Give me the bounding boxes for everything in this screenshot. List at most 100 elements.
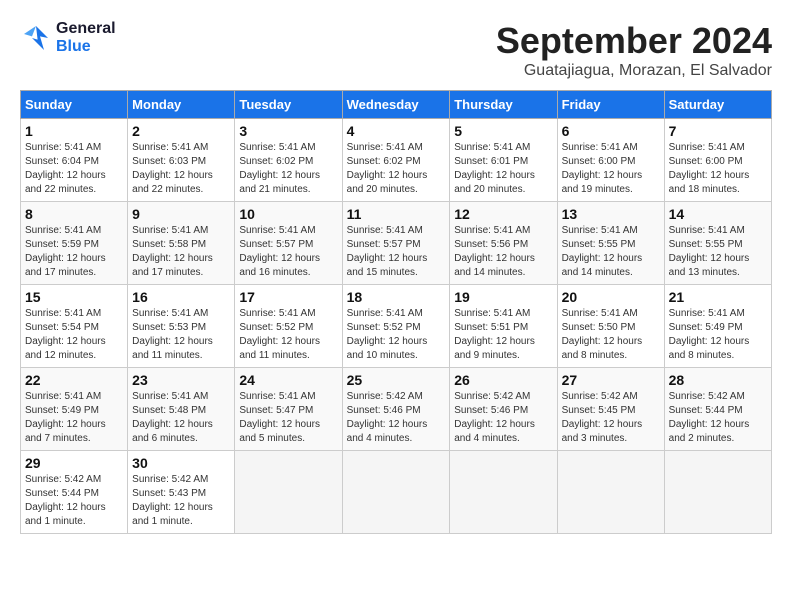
calendar-cell: 26Sunrise: 5:42 AM Sunset: 5:46 PM Dayli…: [450, 368, 557, 451]
day-number: 11: [347, 206, 446, 222]
day-number: 12: [454, 206, 552, 222]
day-number: 7: [669, 123, 767, 139]
calendar-cell: 3 Sunrise: 5:41 AM Sunset: 6:02 PM Daylig…: [235, 119, 342, 202]
month-title: September 2024: [496, 20, 772, 62]
day-number: 14: [669, 206, 767, 222]
day-number: 16: [132, 289, 230, 305]
day-number: 15: [25, 289, 123, 305]
day-number: 3: [239, 123, 337, 139]
calendar-table: SundayMondayTuesdayWednesdayThursdayFrid…: [20, 90, 772, 534]
day-info: Sunrise: 5:41 AM Sunset: 6:03 PM Dayligh…: [132, 141, 230, 197]
day-number: 4: [347, 123, 446, 139]
calendar-week-row: 29Sunrise: 5:42 AM Sunset: 5:44 PM Dayli…: [21, 451, 772, 534]
calendar-header-thursday: Thursday: [450, 91, 557, 119]
day-info: Sunrise: 5:41 AM Sunset: 5:49 PM Dayligh…: [669, 307, 767, 363]
location-subtitle: Guatajiagua, Morazan, El Salvador: [496, 62, 772, 80]
day-info: Sunrise: 5:41 AM Sunset: 5:59 PM Dayligh…: [25, 224, 123, 280]
day-info: Sunrise: 5:41 AM Sunset: 6:01 PM Dayligh…: [454, 141, 552, 197]
calendar-cell: 11 Sunrise: 5:41 AM Sunset: 5:57 PM Dayli…: [342, 202, 450, 285]
calendar-cell: 7 Sunrise: 5:41 AM Sunset: 6:00 PM Daylig…: [664, 119, 771, 202]
calendar-cell: 6 Sunrise: 5:41 AM Sunset: 6:00 PM Daylig…: [557, 119, 664, 202]
calendar-cell: 25Sunrise: 5:42 AM Sunset: 5:46 PM Dayli…: [342, 368, 450, 451]
title-area: September 2024 Guatajiagua, Morazan, El …: [496, 20, 772, 80]
day-info: Sunrise: 5:42 AM Sunset: 5:44 PM Dayligh…: [669, 390, 767, 446]
day-number: 6: [562, 123, 660, 139]
calendar-cell: 17 Sunrise: 5:41 AM Sunset: 5:52 PM Dayli…: [235, 285, 342, 368]
calendar-cell: 28Sunrise: 5:42 AM Sunset: 5:44 PM Dayli…: [664, 368, 771, 451]
calendar-cell: 30 Sunrise: 5:42 AM Sunset: 5:43 PM Dayli…: [128, 451, 235, 534]
calendar-cell: 15 Sunrise: 5:41 AM Sunset: 5:54 PM Dayli…: [21, 285, 128, 368]
calendar-header-wednesday: Wednesday: [342, 91, 450, 119]
calendar-cell: 29Sunrise: 5:42 AM Sunset: 5:44 PM Dayli…: [21, 451, 128, 534]
day-number: 18: [347, 289, 446, 305]
day-number: 27: [562, 372, 660, 388]
day-info: Sunrise: 5:42 AM Sunset: 5:46 PM Dayligh…: [454, 390, 552, 446]
calendar-cell: 13 Sunrise: 5:41 AM Sunset: 5:55 PM Dayli…: [557, 202, 664, 285]
calendar-cell: 16 Sunrise: 5:41 AM Sunset: 5:53 PM Dayli…: [128, 285, 235, 368]
calendar-cell: [450, 451, 557, 534]
day-number: 25: [347, 372, 446, 388]
calendar-cell: 4 Sunrise: 5:41 AM Sunset: 6:02 PM Daylig…: [342, 119, 450, 202]
day-number: 20: [562, 289, 660, 305]
day-number: 13: [562, 206, 660, 222]
calendar-week-row: 8 Sunrise: 5:41 AM Sunset: 5:59 PM Daylig…: [21, 202, 772, 285]
day-number: 21: [669, 289, 767, 305]
calendar-header-monday: Monday: [128, 91, 235, 119]
calendar-week-row: 22Sunrise: 5:41 AM Sunset: 5:49 PM Dayli…: [21, 368, 772, 451]
day-info: Sunrise: 5:41 AM Sunset: 5:52 PM Dayligh…: [347, 307, 446, 363]
day-info: Sunrise: 5:41 AM Sunset: 5:56 PM Dayligh…: [454, 224, 552, 280]
day-info: Sunrise: 5:42 AM Sunset: 5:43 PM Dayligh…: [132, 473, 230, 529]
calendar-cell: 2 Sunrise: 5:41 AM Sunset: 6:03 PM Daylig…: [128, 119, 235, 202]
logo-text: General Blue: [56, 20, 116, 56]
day-info: Sunrise: 5:41 AM Sunset: 6:04 PM Dayligh…: [25, 141, 123, 197]
calendar-cell: 18 Sunrise: 5:41 AM Sunset: 5:52 PM Dayli…: [342, 285, 450, 368]
day-info: Sunrise: 5:41 AM Sunset: 5:49 PM Dayligh…: [25, 390, 123, 446]
logo: General Blue: [20, 20, 116, 56]
day-info: Sunrise: 5:41 AM Sunset: 5:58 PM Dayligh…: [132, 224, 230, 280]
day-info: Sunrise: 5:41 AM Sunset: 6:02 PM Dayligh…: [347, 141, 446, 197]
day-info: Sunrise: 5:41 AM Sunset: 5:55 PM Dayligh…: [562, 224, 660, 280]
calendar-header-saturday: Saturday: [664, 91, 771, 119]
day-info: Sunrise: 5:41 AM Sunset: 5:48 PM Dayligh…: [132, 390, 230, 446]
calendar-cell: 24Sunrise: 5:41 AM Sunset: 5:47 PM Dayli…: [235, 368, 342, 451]
calendar-cell: 21 Sunrise: 5:41 AM Sunset: 5:49 PM Dayli…: [664, 285, 771, 368]
calendar-week-row: 15 Sunrise: 5:41 AM Sunset: 5:54 PM Dayli…: [21, 285, 772, 368]
day-number: 9: [132, 206, 230, 222]
day-info: Sunrise: 5:41 AM Sunset: 5:57 PM Dayligh…: [347, 224, 446, 280]
calendar-cell: 12 Sunrise: 5:41 AM Sunset: 5:56 PM Dayli…: [450, 202, 557, 285]
day-number: 1: [25, 123, 123, 139]
day-info: Sunrise: 5:41 AM Sunset: 6:00 PM Dayligh…: [669, 141, 767, 197]
calendar-cell: 8 Sunrise: 5:41 AM Sunset: 5:59 PM Daylig…: [21, 202, 128, 285]
calendar-cell: 14Sunrise: 5:41 AM Sunset: 5:55 PM Dayli…: [664, 202, 771, 285]
day-info: Sunrise: 5:41 AM Sunset: 6:00 PM Dayligh…: [562, 141, 660, 197]
day-info: Sunrise: 5:41 AM Sunset: 5:57 PM Dayligh…: [239, 224, 337, 280]
calendar-cell: [235, 451, 342, 534]
calendar-week-row: 1 Sunrise: 5:41 AM Sunset: 6:04 PM Daylig…: [21, 119, 772, 202]
calendar-cell: 5 Sunrise: 5:41 AM Sunset: 6:01 PM Daylig…: [450, 119, 557, 202]
day-number: 17: [239, 289, 337, 305]
calendar-cell: 19 Sunrise: 5:41 AM Sunset: 5:51 PM Dayli…: [450, 285, 557, 368]
day-info: Sunrise: 5:41 AM Sunset: 5:54 PM Dayligh…: [25, 307, 123, 363]
calendar-cell: 20 Sunrise: 5:41 AM Sunset: 5:50 PM Dayli…: [557, 285, 664, 368]
day-info: Sunrise: 5:41 AM Sunset: 6:02 PM Dayligh…: [239, 141, 337, 197]
day-info: Sunrise: 5:41 AM Sunset: 5:52 PM Dayligh…: [239, 307, 337, 363]
day-number: 8: [25, 206, 123, 222]
calendar-cell: 9 Sunrise: 5:41 AM Sunset: 5:58 PM Daylig…: [128, 202, 235, 285]
logo-icon: [20, 22, 52, 54]
calendar-cell: 1 Sunrise: 5:41 AM Sunset: 6:04 PM Daylig…: [21, 119, 128, 202]
calendar-cell: 22Sunrise: 5:41 AM Sunset: 5:49 PM Dayli…: [21, 368, 128, 451]
calendar-cell: 23Sunrise: 5:41 AM Sunset: 5:48 PM Dayli…: [128, 368, 235, 451]
day-info: Sunrise: 5:41 AM Sunset: 5:50 PM Dayligh…: [562, 307, 660, 363]
calendar-cell: [342, 451, 450, 534]
day-number: 2: [132, 123, 230, 139]
day-number: 19: [454, 289, 552, 305]
calendar-cell: 10Sunrise: 5:41 AM Sunset: 5:57 PM Dayli…: [235, 202, 342, 285]
calendar-cell: [664, 451, 771, 534]
calendar-header-sunday: Sunday: [21, 91, 128, 119]
day-info: Sunrise: 5:41 AM Sunset: 5:51 PM Dayligh…: [454, 307, 552, 363]
day-number: 30: [132, 455, 230, 471]
day-number: 5: [454, 123, 552, 139]
day-info: Sunrise: 5:41 AM Sunset: 5:53 PM Dayligh…: [132, 307, 230, 363]
calendar-header-row: SundayMondayTuesdayWednesdayThursdayFrid…: [21, 91, 772, 119]
day-info: Sunrise: 5:41 AM Sunset: 5:47 PM Dayligh…: [239, 390, 337, 446]
